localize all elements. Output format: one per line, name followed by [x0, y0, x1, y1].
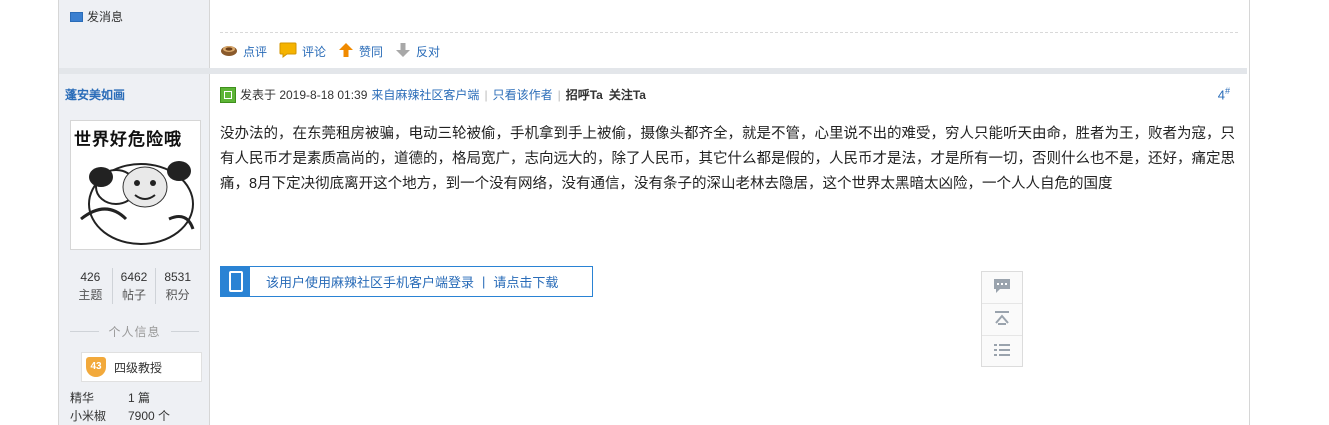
author-name[interactable]: 蓬安美如画	[65, 86, 125, 103]
follow-link[interactable]: 关注Ta	[609, 86, 646, 103]
rate-label: 点评	[243, 45, 268, 59]
post-body: 没办法的，在东莞租房被骗，电动三轮被偷，手机拿到手上被偷，摄像头都齐全，就是不管…	[220, 126, 1235, 192]
divider: |	[484, 87, 488, 102]
stat-label: 主题	[78, 288, 103, 302]
field-key: 精华	[70, 391, 95, 405]
app-login-text: 该用户使用麻辣社区手机客户端登录	[266, 275, 475, 290]
arrow-down-icon	[395, 42, 411, 61]
rank-badge-icon: 43	[86, 357, 106, 377]
field-key: 小米椒	[70, 409, 107, 423]
stat-label: 积分	[165, 288, 190, 302]
field-row: 小米椒 7900 个	[70, 407, 170, 424]
arrow-up-icon	[338, 42, 354, 61]
comment-label: 评论	[302, 45, 327, 59]
field-row: 精华 1 篇	[70, 389, 150, 406]
post-separator	[59, 68, 1247, 74]
divider: |	[557, 87, 561, 102]
list-view-button[interactable]	[982, 336, 1022, 367]
field-value: 7900 个	[128, 409, 171, 423]
upvote-label: 赞同	[359, 45, 384, 59]
avatar-caption: 世界好危险哦	[74, 130, 182, 149]
speech-bubble-icon	[279, 42, 297, 61]
list-icon	[993, 342, 1011, 361]
send-message-label: 发消息	[87, 10, 124, 24]
personal-info-header: 个人信息	[70, 323, 200, 340]
user-stats: 426 主题 6462 帖子 8531 积分	[69, 268, 199, 304]
divider: |	[482, 274, 486, 289]
rank-title: 四级教授	[114, 360, 163, 375]
coffee-cup-icon	[220, 43, 238, 60]
back-to-top-icon	[993, 310, 1011, 329]
greet-link[interactable]: 招呼Ta	[566, 86, 603, 103]
envelope-icon	[70, 11, 83, 22]
stat-label: 帖子	[122, 288, 147, 302]
stat-topics[interactable]: 426 主题	[69, 268, 113, 304]
panda-meme-icon	[80, 161, 195, 245]
avatar[interactable]: 世界好危险哦	[70, 120, 201, 250]
mobile-app-banner[interactable]: 该用户使用麻辣社区手机客户端登录 | 请点击下载	[220, 266, 593, 297]
send-message-link[interactable]: 发消息	[70, 8, 123, 25]
downvote-label: 反对	[416, 45, 441, 59]
user-rank: 43 四级教授	[81, 352, 202, 382]
upvote-button[interactable]: 赞同	[338, 42, 383, 61]
floor-value: 4	[1217, 87, 1225, 103]
stat-value: 8531	[164, 270, 192, 284]
stat-value: 6462	[120, 270, 148, 284]
rate-button[interactable]: 点评	[220, 43, 267, 60]
downvote-button[interactable]: 反对	[395, 42, 440, 61]
comment-icon	[993, 278, 1011, 297]
post-source-link[interactable]: 来自麻辣社区客户端	[371, 86, 479, 103]
reply-tool-button[interactable]	[982, 272, 1022, 304]
floor-mark: #	[1224, 86, 1230, 97]
section-title: 个人信息	[108, 325, 161, 339]
post-actions: 点评 评论 赞同 反对	[220, 42, 452, 61]
post-time: 发表于 2019-8-18 01:39	[240, 88, 368, 102]
app-download-link[interactable]: 请点击下载	[493, 272, 558, 291]
floating-toolbar	[981, 271, 1023, 367]
stat-value: 426	[80, 270, 101, 284]
back-to-top-button[interactable]	[982, 304, 1022, 336]
field-value: 1 篇	[128, 391, 151, 405]
stat-posts[interactable]: 6462 帖子	[113, 268, 157, 304]
comment-button[interactable]: 评论	[279, 42, 326, 61]
divider	[220, 32, 1238, 33]
phone-icon	[221, 267, 250, 296]
online-status-icon	[220, 86, 236, 103]
only-author-link[interactable]: 只看该作者	[493, 86, 553, 103]
floor-number[interactable]: 4#	[1218, 86, 1238, 102]
post-meta: 发表于 2019-8-18 01:39 来自麻辣社区客户端 | 只看该作者 | …	[220, 86, 1238, 103]
stat-points[interactable]: 8531 积分	[156, 268, 199, 304]
post-frame	[58, 0, 1250, 425]
